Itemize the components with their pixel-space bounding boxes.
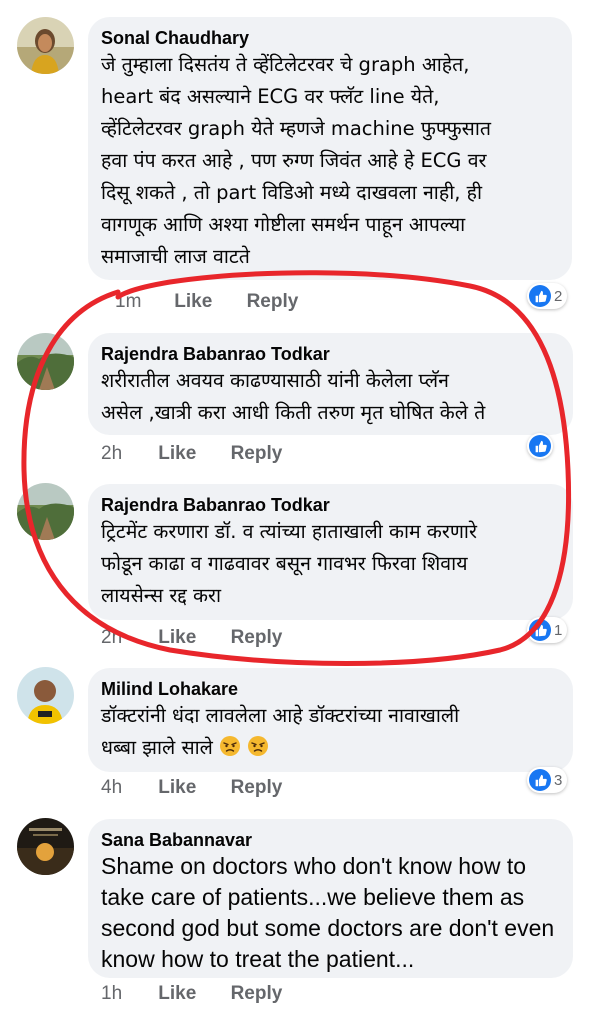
comment-text-body: डॉक्टरांनी धंदा लावलेला आहे डॉक्टरांच्या… [101, 704, 460, 759]
avatar-photo-icon [17, 483, 74, 540]
like-button[interactable]: Like [158, 443, 225, 465]
reaction-badge[interactable]: 3 [527, 767, 568, 793]
comment-text: जे तुम्हाला दिसतंय ते व्हेंटिलेटरवर चे g… [101, 53, 492, 268]
avatar-photo-icon [17, 667, 74, 724]
comment-time[interactable]: 2h [101, 627, 153, 649]
reaction-count: 1 [554, 621, 563, 639]
like-button[interactable]: Like [158, 777, 225, 799]
reaction-count: 3 [554, 771, 563, 789]
angry-face-emoji [220, 736, 241, 756]
reaction-count: 2 [554, 287, 563, 305]
comment-author[interactable]: Rajendra Babanrao Todkar [101, 343, 559, 365]
like-thumb-icon [529, 285, 551, 307]
comment-actions: 2h Like Reply [101, 627, 282, 649]
comment-author[interactable]: Rajendra Babanrao Todkar [101, 494, 559, 516]
comment-author[interactable]: Sonal Chaudhary [101, 27, 558, 49]
avatar-photo-icon [17, 17, 74, 74]
avatar[interactable] [17, 17, 74, 74]
reaction-badge[interactable]: 1 [527, 617, 568, 643]
comment-time[interactable]: 1m [101, 291, 169, 313]
reply-button[interactable]: Reply [231, 443, 283, 465]
comment-author[interactable]: Sana Babannavar [101, 829, 559, 851]
comment-bubble: Rajendra Babanrao Todkar ट्रिटमेंट करणार… [88, 484, 573, 620]
avatar-photo-icon [17, 818, 74, 875]
avatar[interactable] [17, 483, 74, 540]
reaction-badge[interactable] [527, 433, 553, 459]
comment-text: शरीरातील अवयव काढण्यासाठी यांनी केलेला प… [101, 369, 486, 424]
comment-actions: 2h Like Reply [101, 443, 282, 465]
comment-time[interactable]: 2h [101, 443, 153, 465]
comment-actions: 1m Like Reply [101, 291, 298, 313]
comment-bubble: Sana Babannavar Shame on doctors who don… [88, 819, 573, 978]
like-thumb-icon [529, 769, 551, 791]
comment-time[interactable]: 1h [101, 983, 153, 1005]
reply-button[interactable]: Reply [231, 983, 283, 1005]
comment-text: डॉक्टरांनी धंदा लावलेला आहे डॉक्टरांच्या… [101, 700, 559, 764]
comment-text: ट्रिटमेंट करणारा डॉ. व त्यांच्या हाताखाल… [101, 520, 477, 607]
avatar[interactable] [17, 818, 74, 875]
like-button[interactable]: Like [174, 291, 241, 313]
avatar[interactable] [17, 667, 74, 724]
comment-bubble: Rajendra Babanrao Todkar शरीरातील अवयव क… [88, 333, 573, 435]
avatar-photo-icon [17, 333, 74, 390]
reply-button[interactable]: Reply [247, 291, 299, 313]
comment-author[interactable]: Milind Lohakare [101, 678, 559, 700]
reply-button[interactable]: Reply [231, 777, 283, 799]
avatar[interactable] [17, 333, 74, 390]
comment-text: Shame on doctors who don't know how to t… [101, 853, 555, 972]
comment-time[interactable]: 4h [101, 777, 153, 799]
reply-button[interactable]: Reply [231, 627, 283, 649]
comment-bubble: Sonal Chaudhary जे तुम्हाला दिसतंय ते व्… [88, 17, 572, 280]
like-button[interactable]: Like [158, 627, 225, 649]
like-thumb-icon [529, 435, 551, 457]
angry-face-emoji [248, 736, 269, 756]
like-thumb-icon [529, 619, 551, 641]
like-button[interactable]: Like [158, 983, 225, 1005]
reaction-badge[interactable]: 2 [527, 283, 568, 309]
comment-bubble: Milind Lohakare डॉक्टरांनी धंदा लावलेला … [88, 668, 573, 772]
comment-actions: 1h Like Reply [101, 983, 282, 1005]
comment-actions: 4h Like Reply [101, 777, 282, 799]
